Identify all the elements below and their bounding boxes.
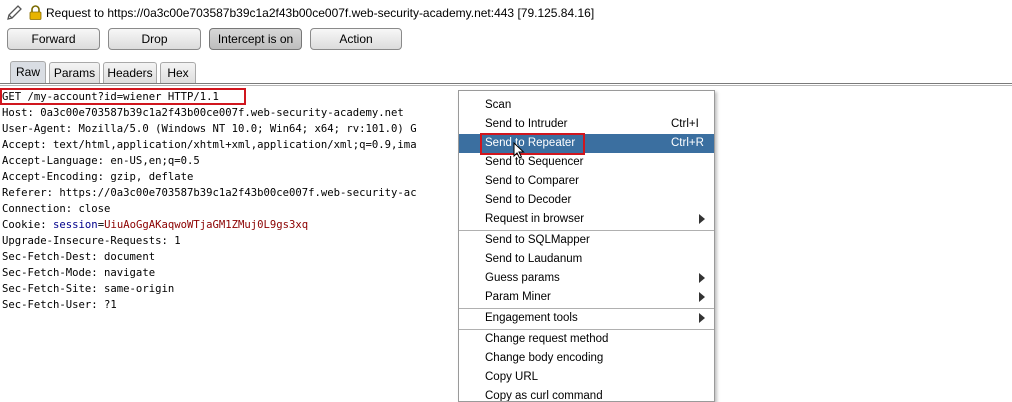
tab-raw[interactable]: Raw <box>10 61 46 83</box>
menu-item-label: Send to SQLMapper <box>485 234 590 246</box>
header-sec-fetch-user[interactable]: Sec-Fetch-User: ?1 <box>2 297 117 313</box>
menu-item-scan[interactable]: Scan <box>459 96 714 115</box>
tab-hex[interactable]: Hex <box>160 62 196 83</box>
menu-item-send-to-decoder[interactable]: Send to Decoder <box>459 191 714 210</box>
menu-item-copy-as-curl[interactable]: Copy as curl command <box>459 387 714 402</box>
menu-item-send-to-sqlmapper[interactable]: Send to SQLMapper <box>459 231 714 250</box>
menu-item-label: Send to Laudanum <box>485 253 583 265</box>
cookie-name: session <box>53 219 98 231</box>
header-connection[interactable]: Connection: close <box>2 201 110 217</box>
menu-item-label: Copy as curl command <box>485 390 603 402</box>
repeater-annotation-box <box>480 133 585 155</box>
header-sec-fetch-site[interactable]: Sec-Fetch-Site: same-origin <box>2 281 174 297</box>
menu-item-send-to-laudanum[interactable]: Send to Laudanum <box>459 250 714 269</box>
menu-item-label: Request in browser <box>485 213 585 225</box>
submenu-arrow-icon <box>699 273 705 283</box>
menu-item-send-to-intruder[interactable]: Send to Intruder Ctrl+I <box>459 115 714 134</box>
cookie-prefix: Cookie: <box>2 219 54 231</box>
menu-item-change-request-method[interactable]: Change request method <box>459 330 714 349</box>
header-cookie[interactable]: Cookie: session=UiuAoGgAKaqwoWTjaGM1ZMuj… <box>2 217 308 233</box>
tab-divider <box>0 83 1012 84</box>
header-host[interactable]: Host: 0a3c00e703587b39c1a2f43b00ce007f.w… <box>2 105 404 121</box>
menu-item-param-miner[interactable]: Param Miner <box>459 288 714 307</box>
menu-item-change-body-encoding[interactable]: Change body encoding <box>459 349 714 368</box>
action-button[interactable]: Action <box>310 28 402 50</box>
header-accept-encoding[interactable]: Accept-Encoding: gzip, deflate <box>2 169 193 185</box>
menu-item-engagement-tools[interactable]: Engagement tools <box>459 309 714 328</box>
menu-item-guess-params[interactable]: Guess params <box>459 269 714 288</box>
menu-item-label: Send to Comparer <box>485 175 579 187</box>
cookie-value: UiuAoGgAKaqwoWTjaGM1ZMuj0L9gs3xq <box>104 219 309 231</box>
forward-button[interactable]: Forward <box>7 28 100 50</box>
menu-item-copy-url[interactable]: Copy URL <box>459 368 714 387</box>
header-user-agent[interactable]: User-Agent: Mozilla/5.0 (Windows NT 10.0… <box>2 121 417 137</box>
menu-item-label: Change request method <box>485 333 609 345</box>
menu-item-label: Copy URL <box>485 371 539 383</box>
header-upgrade-insecure[interactable]: Upgrade-Insecure-Requests: 1 <box>2 233 181 249</box>
header-accept[interactable]: Accept: text/html,application/xhtml+xml,… <box>2 137 417 153</box>
menu-item-send-to-comparer[interactable]: Send to Comparer <box>459 172 714 191</box>
submenu-arrow-icon <box>699 313 705 323</box>
menu-item-label: Send to Intruder <box>485 118 568 130</box>
tab-params[interactable]: Params <box>49 62 100 83</box>
intercept-toggle-button[interactable]: Intercept is on <box>209 28 302 50</box>
header-accept-language[interactable]: Accept-Language: en-US,en;q=0.5 <box>2 153 200 169</box>
tab-divider-secondary <box>0 85 1012 86</box>
menu-item-request-in-browser[interactable]: Request in browser <box>459 210 714 229</box>
lock-icon <box>29 5 42 20</box>
menu-item-label: Engagement tools <box>485 312 578 324</box>
menu-item-label: Param Miner <box>485 291 551 303</box>
mouse-cursor-icon <box>513 142 525 159</box>
request-header: Request to https://0a3c00e703587b39c1a2f… <box>0 0 1012 26</box>
menu-item-label: Scan <box>485 99 512 111</box>
request-target-label: Request to https://0a3c00e703587b39c1a2f… <box>46 6 595 20</box>
drop-button[interactable]: Drop <box>108 28 201 50</box>
menu-item-label: Guess params <box>485 272 560 284</box>
menu-item-shortcut: Ctrl+R <box>671 137 704 149</box>
pencil-icon[interactable] <box>6 4 24 22</box>
menu-item-send-to-sequencer[interactable]: Send to Sequencer <box>459 153 714 172</box>
menu-item-shortcut: Ctrl+I <box>671 118 699 130</box>
menu-item-label: Send to Sequencer <box>485 156 584 168</box>
submenu-arrow-icon <box>699 292 705 302</box>
tab-headers[interactable]: Headers <box>103 62 157 83</box>
header-sec-fetch-dest[interactable]: Sec-Fetch-Dest: document <box>2 249 155 265</box>
header-sec-fetch-mode[interactable]: Sec-Fetch-Mode: navigate <box>2 265 155 281</box>
menu-item-label: Send to Decoder <box>485 194 572 206</box>
request-line-annotation-box <box>0 88 246 105</box>
submenu-arrow-icon <box>699 214 705 224</box>
menu-item-label: Change body encoding <box>485 352 604 364</box>
header-referer[interactable]: Referer: https://0a3c00e703587b39c1a2f43… <box>2 185 417 201</box>
